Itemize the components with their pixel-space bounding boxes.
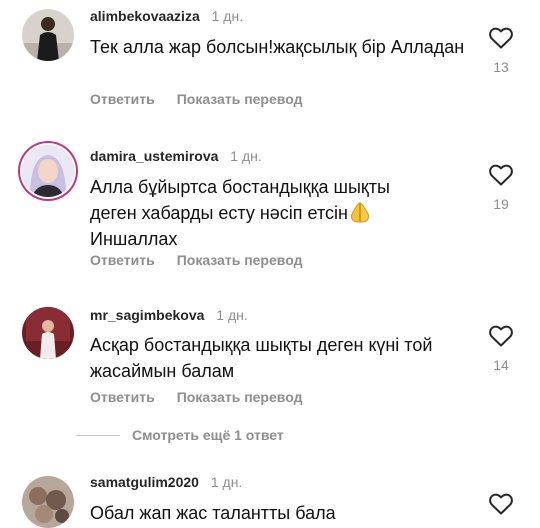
- timestamp: 1 дн.: [210, 474, 243, 490]
- comment-actions: Ответить Показать перевод: [90, 388, 302, 406]
- reply-button[interactable]: Ответить: [90, 389, 155, 405]
- avatar[interactable]: [22, 9, 74, 61]
- like-control: 19: [483, 163, 519, 213]
- comment-actions: Ответить Показать перевод: [90, 90, 302, 108]
- like-count: 14: [493, 357, 509, 373]
- like-control: 13: [483, 26, 519, 76]
- reply-button[interactable]: Ответить: [90, 252, 155, 268]
- avatar[interactable]: [22, 476, 74, 528]
- comment-meta: alimbekovaaziza 1 дн.: [90, 7, 243, 25]
- user-photo: [22, 476, 74, 528]
- comment-text: Тек алла жар болсын!жақсылық бір Алладан: [90, 37, 465, 57]
- timestamp: 1 дн.: [230, 148, 262, 164]
- comment-text-line: Алла бұйыртса бостандыққа шықты: [90, 177, 390, 197]
- heart-outline-icon[interactable]: [488, 492, 514, 516]
- username[interactable]: alimbekovaaziza: [90, 8, 200, 24]
- heart-outline-icon[interactable]: [488, 324, 514, 348]
- view-more-replies[interactable]: Смотреть ещё 1 ответ: [76, 425, 284, 445]
- avatar[interactable]: [22, 145, 74, 197]
- comment-text-line: Иншаллах: [90, 229, 178, 249]
- comment-meta: damira_ustemirova 1 дн.: [90, 147, 262, 165]
- view-more-replies-label[interactable]: Смотреть ещё 1 ответ: [132, 427, 284, 443]
- timestamp: 1 дн.: [216, 307, 248, 323]
- show-translation-button[interactable]: Показать перевод: [177, 91, 303, 107]
- comment-actions: Ответить Показать перевод: [90, 251, 302, 269]
- username[interactable]: samatgulim2020: [90, 474, 199, 490]
- comment-item: alimbekovaaziza 1 дн. Тек алла жар болсы…: [0, 0, 540, 110]
- like-control: 14: [483, 324, 519, 374]
- comment-text-line: деген хабарды есту нәсіп етсін: [90, 200, 470, 226]
- timestamp: 1 дн.: [211, 8, 244, 24]
- username[interactable]: damira_ustemirova: [90, 148, 218, 164]
- comment-item: samatgulim2020 1 дн. Обал жап жас талант…: [0, 465, 540, 528]
- comment-item: mr_sagimbekova 1 дн. Асқар бостандыққа ш…: [0, 300, 540, 410]
- like-count: 13: [493, 59, 509, 75]
- comment-meta: samatgulim2020 1 дн.: [90, 473, 242, 491]
- user-photo: [22, 307, 74, 359]
- heart-outline-icon[interactable]: [488, 163, 514, 187]
- comment-meta: mr_sagimbekova 1 дн.: [90, 306, 248, 324]
- like-count: 19: [493, 196, 509, 212]
- folded-hands-emoji-icon: [350, 201, 370, 223]
- show-translation-button[interactable]: Показать перевод: [177, 389, 303, 405]
- user-photo: [22, 145, 74, 197]
- show-translation-button[interactable]: Показать перевод: [177, 252, 303, 268]
- avatar[interactable]: [22, 307, 74, 359]
- reply-button[interactable]: Ответить: [90, 91, 155, 107]
- comment-item: damira_ustemirova 1 дн. Алла бұйыртса бо…: [0, 140, 540, 270]
- comment-text: Обал жап жас талантты бала: [90, 503, 336, 523]
- comment-text-part: деген хабарды есту нәсіп етсін: [90, 203, 348, 223]
- user-photo: [22, 9, 74, 61]
- comment-text: Алла бұйыртса бостандыққа шықты деген ха…: [90, 174, 470, 252]
- replies-divider: [76, 434, 120, 436]
- comment-text: Асқар бостандыққа шықты деген күні той ж…: [90, 335, 433, 381]
- like-control: [483, 492, 519, 516]
- username[interactable]: mr_sagimbekova: [90, 307, 204, 323]
- heart-outline-icon[interactable]: [488, 26, 514, 50]
